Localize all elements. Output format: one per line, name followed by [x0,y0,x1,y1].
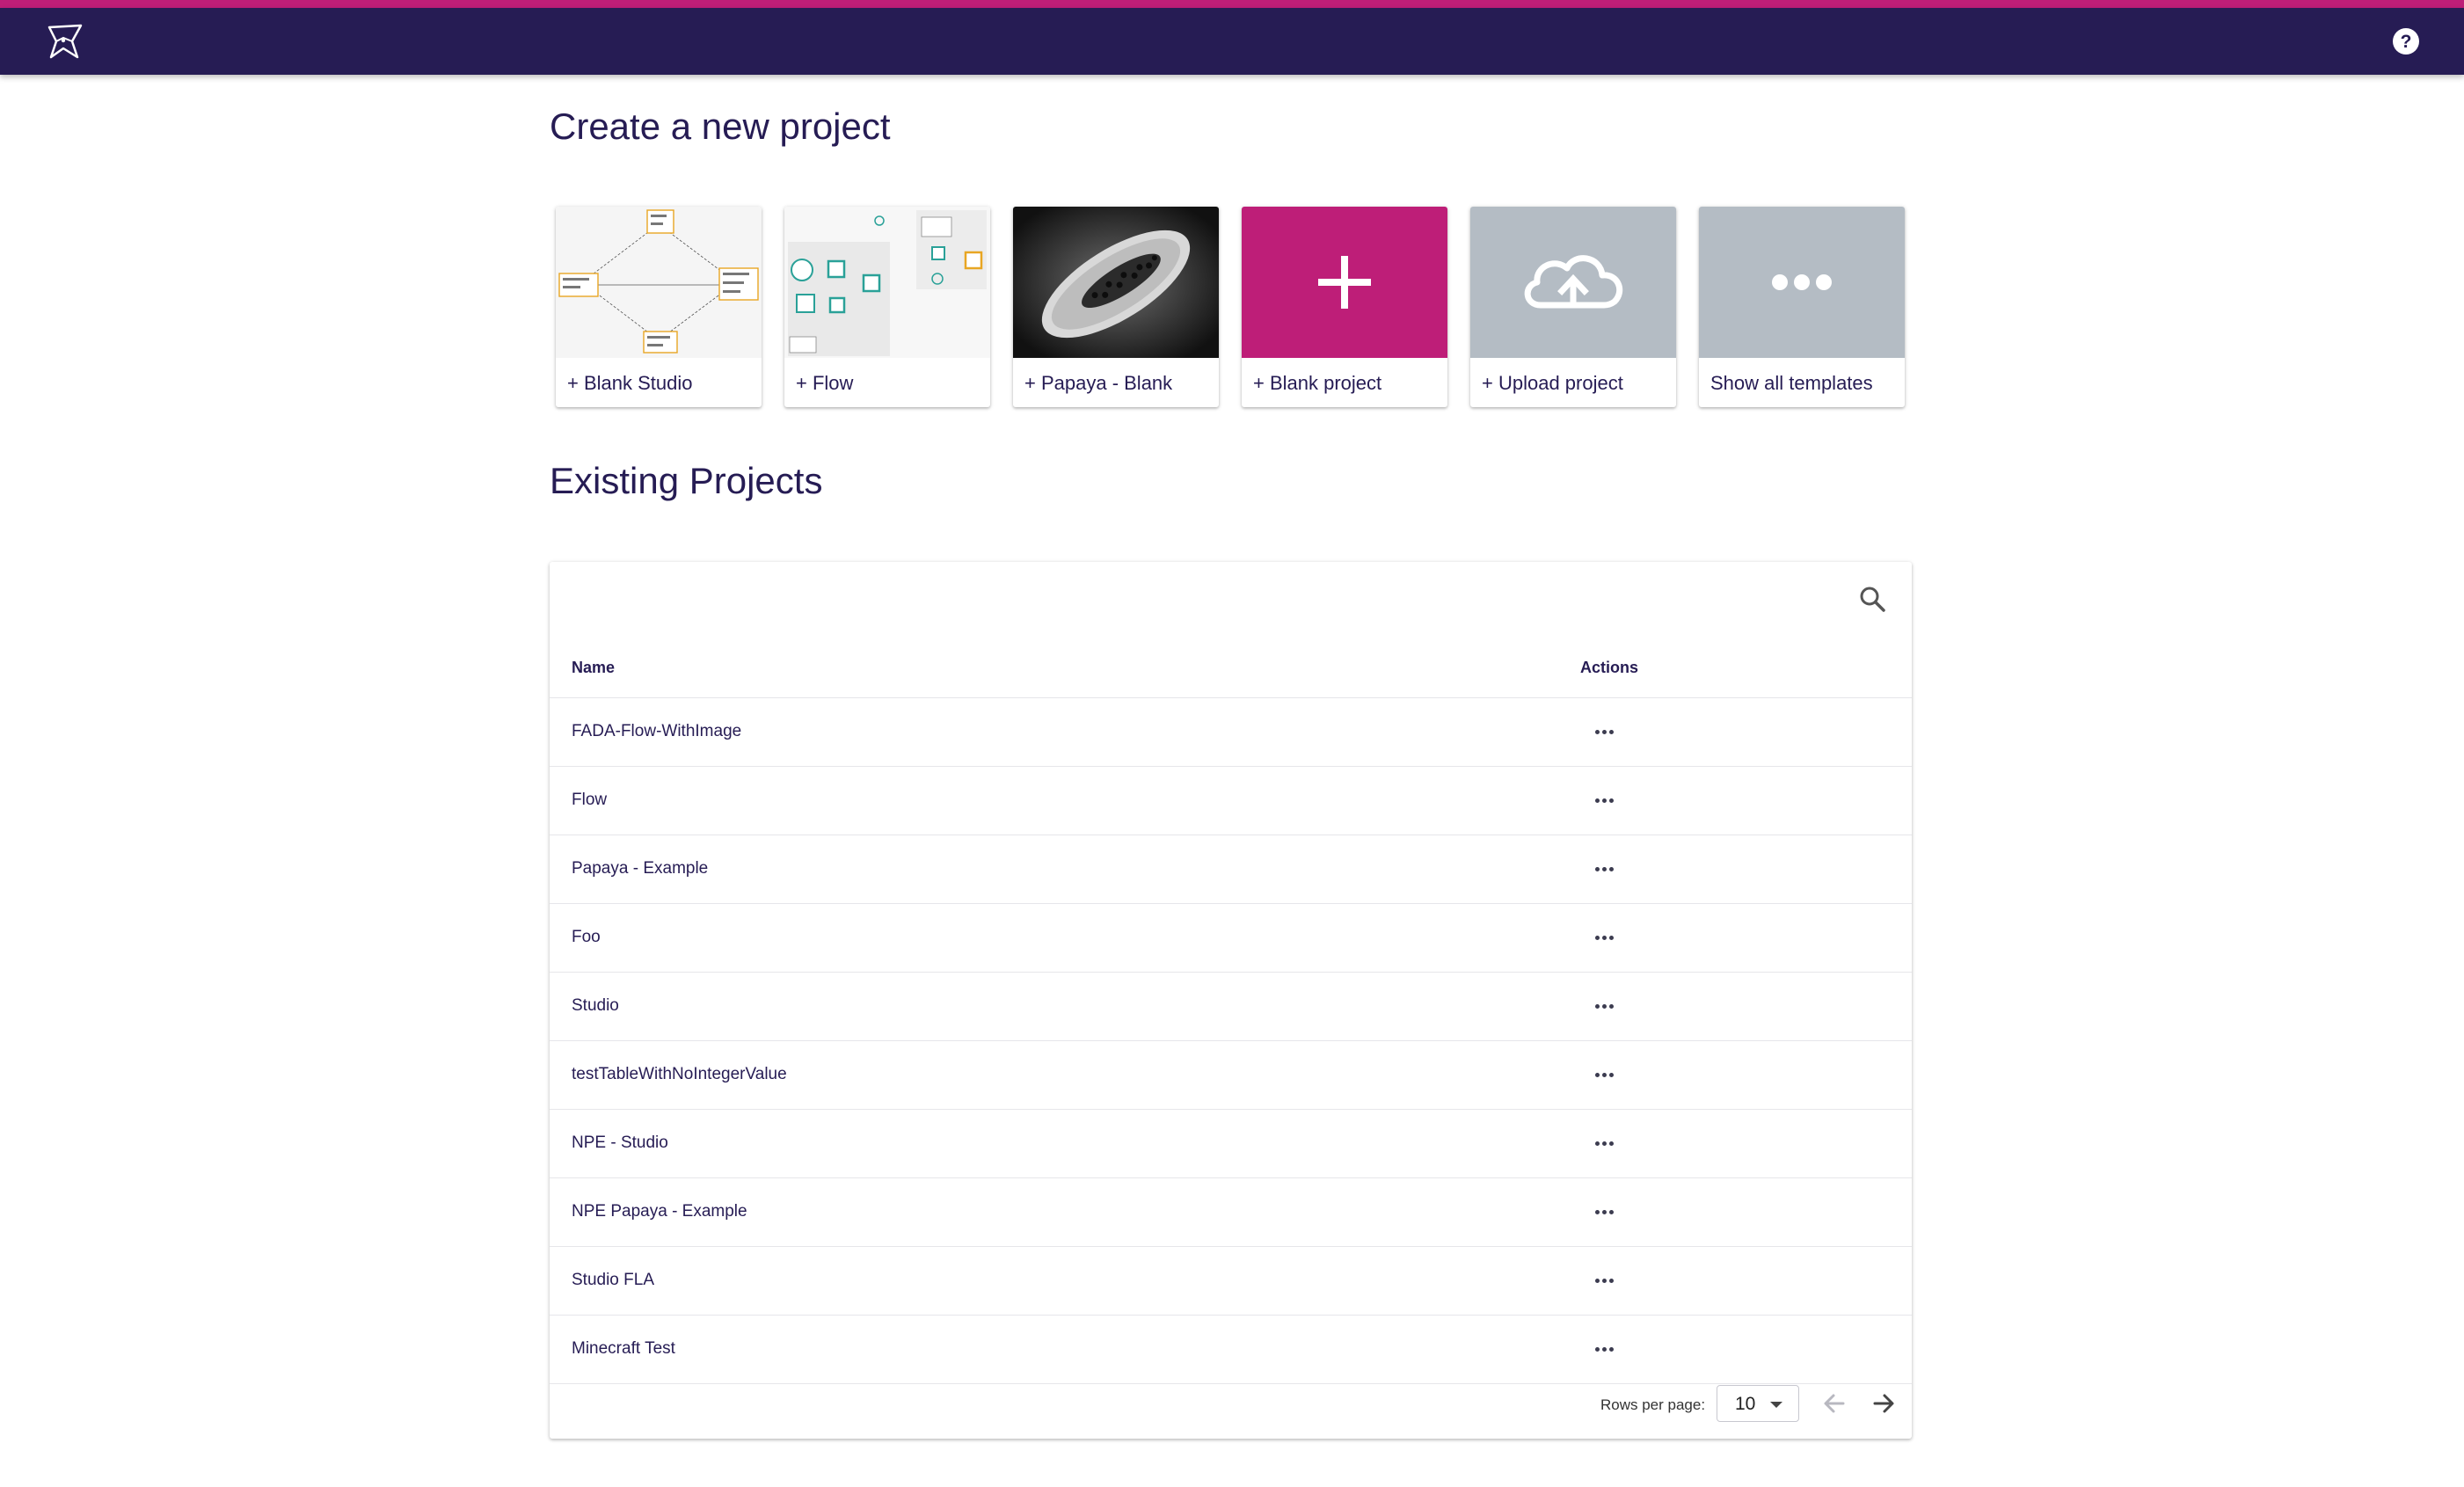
project-name[interactable]: Studio [572,996,619,1016]
projects-table: Name Actions FADA-Flow-WithImage Flow Pa… [550,562,1912,1439]
row-actions-menu-icon[interactable] [1590,923,1618,951]
flow-diagram-thumbnail [784,207,990,358]
template-card-show-all[interactable]: Show all templates [1699,207,1905,407]
row-actions-menu-icon[interactable] [1590,1129,1618,1157]
project-name[interactable]: testTableWithNoIntegerValue [572,1065,787,1084]
project-name[interactable]: NPE Papaya - Example [572,1202,747,1221]
template-label: + Flow [796,372,854,394]
row-actions-menu-icon[interactable] [1590,992,1618,1020]
table-row[interactable]: Studio [550,973,1912,1041]
table-body: FADA-Flow-WithImage Flow Papaya - Exampl… [550,698,1912,1384]
row-actions-menu-icon[interactable] [1590,1061,1618,1089]
create-section-title: Create a new project [550,106,891,147]
papaya-photo-thumbnail [1013,207,1219,358]
row-actions-menu-icon[interactable] [1590,718,1618,746]
plus-icon [1242,207,1447,358]
table-pagination: Rows per page: 10 [550,1375,1912,1439]
template-label: + Papaya - Blank [1024,372,1173,394]
cloud-upload-icon [1470,207,1676,358]
table-row[interactable]: Flow [550,767,1912,835]
column-header-actions: Actions [1580,659,1639,676]
chevron-down-icon [1770,1402,1782,1408]
template-card-papaya-blank[interactable]: + Papaya - Blank [1013,207,1219,407]
project-name[interactable]: Minecraft Test [572,1339,675,1359]
project-name[interactable]: NPE - Studio [572,1133,668,1153]
row-actions-menu-icon[interactable] [1590,1198,1618,1226]
project-name[interactable]: FADA-Flow-WithImage [572,722,741,741]
table-row[interactable]: Foo [550,904,1912,973]
search-icon[interactable] [1857,584,1887,614]
top-app-bar: ? [0,8,2464,75]
template-card-blank-studio[interactable]: + Blank Studio [556,207,762,407]
row-actions-menu-icon[interactable] [1590,1266,1618,1294]
table-row[interactable]: Minecraft Test [550,1316,1912,1384]
column-header-name[interactable]: Name [572,659,615,677]
row-actions-menu-icon[interactable] [1590,855,1618,883]
existing-section-title: Existing Projects [550,460,823,501]
rows-per-page-label: Rows per page: [1600,1396,1706,1413]
row-actions-menu-icon[interactable] [1590,1335,1618,1363]
table-row[interactable]: testTableWithNoIntegerValue [550,1041,1912,1110]
template-card-upload-project[interactable]: + Upload project [1470,207,1676,407]
template-label: Show all templates [1710,372,1873,394]
arrow-left-icon[interactable] [1819,1388,1850,1419]
project-name[interactable]: Studio FLA [572,1271,654,1290]
table-row[interactable]: Papaya - Example [550,835,1912,904]
table-row[interactable]: FADA-Flow-WithImage [550,698,1912,767]
table-row[interactable]: NPE Papaya - Example [550,1178,1912,1247]
studio-diagram-thumbnail [556,207,762,358]
table-row[interactable]: Studio FLA [550,1247,1912,1316]
more-horiz-icon [1699,207,1905,358]
table-row[interactable]: NPE - Studio [550,1110,1912,1178]
project-name[interactable]: Flow [572,791,607,810]
template-label: + Blank Studio [567,372,693,394]
rows-per-page-select[interactable]: 10 [1717,1385,1799,1422]
template-card-blank-project[interactable]: + Blank project [1242,207,1447,407]
template-label: + Blank project [1253,372,1382,394]
arrow-right-icon[interactable] [1868,1388,1899,1419]
rows-per-page-value: 10 [1735,1394,1756,1414]
svg-text:?: ? [2401,32,2412,52]
accent-strip [0,0,2464,8]
template-label: + Upload project [1482,372,1623,394]
row-actions-menu-icon[interactable] [1590,786,1618,814]
studio-star-logo-icon[interactable] [46,22,84,61]
project-name[interactable]: Foo [572,928,601,947]
help-circle-icon[interactable]: ? [2392,27,2420,55]
template-card-flow[interactable]: + Flow [784,207,990,407]
project-name[interactable]: Papaya - Example [572,859,708,878]
